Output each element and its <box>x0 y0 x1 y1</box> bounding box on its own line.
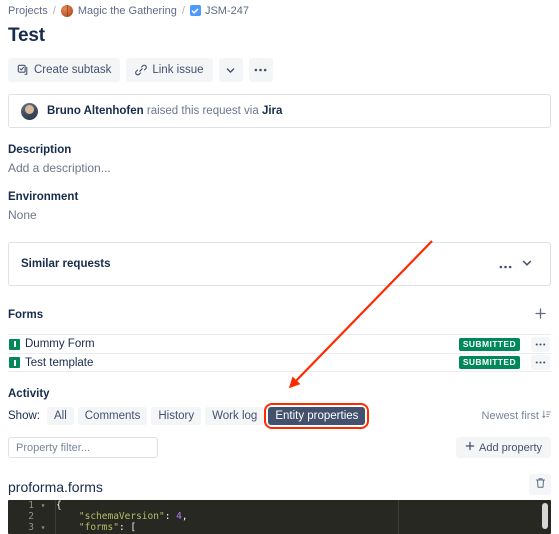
reporter-channel: Jira <box>261 105 283 117</box>
more-horizontal-icon <box>499 257 512 272</box>
breadcrumb-separator-2: / <box>181 4 185 17</box>
description-field: Description Add a description... <box>8 144 551 175</box>
breadcrumb-projects-link[interactable]: Projects <box>8 5 48 17</box>
property-code-block[interactable]: 1 ▾ { 2 "schemaVersion": 4, 3 ▾ "forms":… <box>8 500 551 534</box>
toolbar-chevron-down-button[interactable] <box>218 58 243 82</box>
trash-icon <box>535 477 546 492</box>
breadcrumb-issue[interactable]: JSM-247 <box>189 5 249 17</box>
reporter-summary: Bruno Altenhofen raised this request via… <box>47 105 282 117</box>
link-issue-button[interactable]: Link issue <box>126 58 213 82</box>
plus-icon <box>534 307 547 324</box>
code-line: 2 "schemaVersion": 4, <box>8 511 551 522</box>
plus-icon <box>465 441 475 454</box>
code-line-number: 3 <box>28 522 34 533</box>
add-property-button[interactable]: Add property <box>456 437 551 458</box>
link-issue-label: Link issue <box>152 64 204 76</box>
breadcrumb-project-link[interactable]: Magic the Gathering <box>78 5 177 17</box>
issue-actions-toolbar: Create subtask Link issue <box>8 58 551 82</box>
reporter-name[interactable]: Bruno Altenhofen <box>47 105 144 117</box>
tab-all[interactable]: All <box>46 407 74 425</box>
description-placeholder[interactable]: Add a description... <box>8 161 551 175</box>
proforma-form-icon <box>9 338 20 350</box>
chevron-down-icon <box>521 257 533 272</box>
environment-field: Environment None <box>8 191 551 222</box>
breadcrumb-separator-1: / <box>52 4 56 17</box>
form-row-more-button[interactable] <box>531 336 550 352</box>
similar-requests-panel: Similar requests <box>8 242 551 286</box>
tab-entity-properties[interactable]: Entity properties <box>268 407 366 425</box>
code-line: 3 ▾ "forms": [ <box>8 522 551 533</box>
request-participant-panel: Bruno Altenhofen raised this request via… <box>8 94 551 128</box>
code-gutter-divider <box>55 500 56 534</box>
description-label: Description <box>8 144 72 156</box>
environment-value[interactable]: None <box>8 208 551 222</box>
forms-title: Forms <box>8 309 44 321</box>
subtask-icon <box>17 64 29 76</box>
create-subtask-button[interactable]: Create subtask <box>8 58 121 82</box>
similar-requests-title: Similar requests <box>21 258 111 270</box>
code-vertical-divider <box>398 500 399 534</box>
code-line-text: "schemaVersion": 4, <box>78 511 188 522</box>
similar-requests-more-button[interactable] <box>494 253 516 275</box>
form-name: Test template <box>25 356 94 369</box>
activity-show-label: Show: <box>8 410 40 422</box>
forms-list: Dummy Form SUBMITTED Test template SUBMI… <box>8 334 551 372</box>
activity-title: Activity <box>8 388 50 400</box>
task-checkbox-icon <box>189 5 201 16</box>
chevron-down-icon <box>225 65 236 76</box>
tab-history[interactable]: History <box>151 407 202 425</box>
similar-requests-collapse-button[interactable] <box>516 253 538 275</box>
annotation-highlight-box: Entity properties <box>264 403 370 429</box>
property-detail-header: proforma.forms <box>8 474 551 495</box>
delete-property-button[interactable] <box>529 474 551 495</box>
tab-comments[interactable]: Comments <box>77 407 148 425</box>
activity-sort-label: Newest first <box>481 410 539 422</box>
reporter-action-text: raised this request via <box>146 105 259 117</box>
add-form-button[interactable] <box>529 304 551 326</box>
breadcrumb-issue-key[interactable]: JSM-247 <box>205 5 249 17</box>
code-fold-toggle[interactable]: ▾ <box>38 523 48 532</box>
table-row[interactable]: Dummy Form SUBMITTED <box>8 334 551 353</box>
status-badge: SUBMITTED <box>458 337 520 351</box>
sort-descending-icon <box>542 410 551 422</box>
toolbar-more-actions-button[interactable] <box>248 58 273 82</box>
activity-filter-bar: Show: All Comments History Work log Enti… <box>8 403 551 429</box>
status-badge: SUBMITTED <box>458 356 520 369</box>
tab-work-log[interactable]: Work log <box>205 407 265 425</box>
breadcrumb-project[interactable]: Magic the Gathering <box>60 4 177 17</box>
form-row-more-button[interactable] <box>531 355 550 370</box>
code-scrollbar[interactable] <box>542 503 548 529</box>
create-subtask-label: Create subtask <box>34 64 112 76</box>
property-filter-input[interactable] <box>8 437 158 458</box>
add-property-label: Add property <box>479 441 542 454</box>
more-horizontal-icon <box>254 68 267 72</box>
avatar <box>21 102 38 120</box>
code-line-number: 2 <box>28 511 34 522</box>
code-line-text: "forms": [ <box>78 522 137 533</box>
property-filter-row: Add property <box>8 437 551 458</box>
issue-view: Projects / Magic the Gathering / JSM-247… <box>0 0 559 534</box>
proforma-form-icon <box>9 357 20 368</box>
environment-label: Environment <box>8 191 79 203</box>
forms-header: Forms <box>8 304 551 326</box>
page-title: Test <box>8 25 45 46</box>
breadcrumb: Projects / Magic the Gathering / JSM-247 <box>8 0 551 18</box>
table-row[interactable]: Test template SUBMITTED <box>8 353 551 372</box>
link-icon <box>135 64 148 76</box>
property-key: proforma.forms <box>8 479 103 495</box>
form-name: Dummy Form <box>25 338 95 350</box>
activity-sort-button[interactable]: Newest first <box>482 410 551 422</box>
basketball-avatar-icon <box>60 4 73 17</box>
